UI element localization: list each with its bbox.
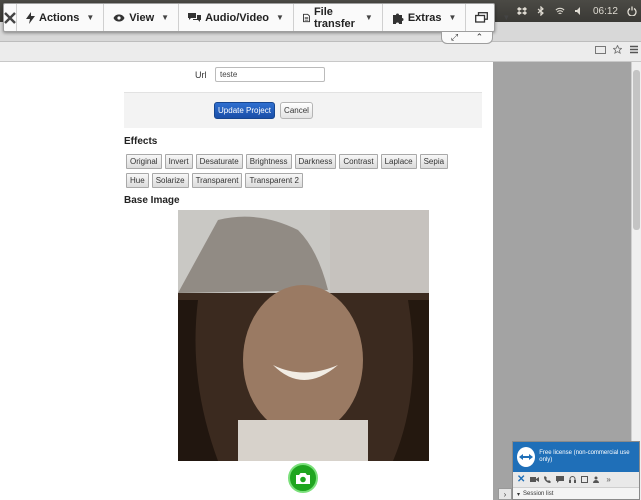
effect-invert-button[interactable]: Invert	[164, 154, 193, 169]
form-actions: Update Project Cancel	[124, 92, 482, 128]
puzzle-icon	[392, 13, 404, 24]
file-icon	[302, 13, 310, 22]
caret-down-icon: ▼	[161, 13, 170, 22]
effect-laplace-button[interactable]: Laplace	[380, 154, 417, 169]
power-icon[interactable]	[627, 6, 637, 16]
close-session-button[interactable]	[4, 4, 17, 31]
effect-sepia-button[interactable]: Sepia	[419, 154, 449, 169]
caret-down-icon: ▼	[448, 13, 457, 22]
more-icon[interactable]: »	[606, 475, 610, 484]
browser-omnibox-bar	[0, 42, 641, 62]
view-menu-button[interactable]: View ▼	[104, 4, 180, 31]
effects-button-group: Original Invert Desaturate Brightness Da…	[126, 154, 456, 188]
close-icon	[4, 11, 16, 24]
session-list-label: Session list	[523, 491, 554, 497]
webcam-photo	[178, 210, 429, 461]
teamviewer-panel-header: Free license (non-commercial use only)	[513, 442, 639, 472]
toolbar-collapse-tab[interactable]: ⤢ ⌃	[441, 32, 493, 44]
caret-down-icon: ▼	[364, 13, 373, 22]
chrome-menu-icon[interactable]	[629, 45, 639, 57]
file-box-icon[interactable]	[581, 474, 589, 486]
effect-solarize-button[interactable]: Solarize	[151, 173, 189, 188]
url-label: Url	[195, 69, 207, 80]
chat-bubbles-icon	[188, 13, 202, 22]
star-icon[interactable]	[612, 44, 623, 57]
caret-down-icon: ▾	[517, 491, 521, 498]
eye-icon	[113, 14, 125, 21]
effect-brightness-button[interactable]: Brightness	[245, 154, 292, 169]
panel-expand-arrow[interactable]: ›	[498, 488, 512, 500]
bluetooth-icon[interactable]	[536, 6, 546, 16]
url-form-row: Url	[195, 67, 325, 82]
windows-icon	[475, 12, 489, 23]
fullscreen-icon[interactable]: ⤢	[451, 32, 458, 43]
wifi-icon[interactable]	[555, 6, 565, 16]
camera-icon	[296, 472, 310, 484]
license-text: Free license (non-commercial use only)	[539, 450, 630, 463]
effect-hue-button[interactable]: Hue	[126, 173, 149, 188]
cancel-button[interactable]: Cancel	[280, 102, 313, 119]
file-transfer-menu-button[interactable]: File transfer ▼	[294, 4, 383, 31]
extras-menu-button[interactable]: Extras ▼	[383, 4, 467, 31]
effects-heading: Effects	[124, 136, 158, 147]
caret-down-icon: ▼	[276, 13, 284, 22]
base-image-heading: Base Image	[124, 195, 180, 206]
cast-icon[interactable]	[595, 45, 606, 57]
omnibox-icons	[595, 44, 639, 57]
effect-original-button[interactable]: Original	[126, 154, 162, 169]
capture-photo-button[interactable]	[288, 463, 318, 493]
teamviewer-logo-icon	[517, 447, 536, 467]
phone-icon[interactable]	[544, 474, 552, 486]
clock[interactable]: 06:12	[593, 6, 618, 17]
chevron-up-icon[interactable]: ⌃	[476, 32, 484, 43]
window-mode-button[interactable]: ▼	[466, 4, 519, 31]
users-icon[interactable]	[593, 474, 601, 486]
caret-down-icon: ▼	[502, 13, 511, 22]
teamviewer-panel: Free license (non-commercial use only) ✕…	[512, 441, 640, 500]
close-icon[interactable]: ✕	[517, 474, 525, 485]
actions-label: Actions	[39, 11, 80, 24]
effect-darkness-button[interactable]: Darkness	[294, 154, 337, 169]
teamviewer-panel-actions: ✕ »	[513, 472, 639, 488]
file-transfer-label: File transfer	[313, 5, 355, 30]
extras-label: Extras	[407, 11, 442, 24]
chat-icon[interactable]	[556, 474, 565, 486]
update-project-button[interactable]: Update Project	[214, 102, 275, 119]
audio-video-label: Audio/Video	[205, 11, 270, 24]
view-label: View	[129, 11, 155, 24]
headset-icon[interactable]	[569, 474, 577, 486]
actions-menu-button[interactable]: Actions ▼	[17, 4, 105, 31]
effect-desaturate-button[interactable]: Desaturate	[195, 154, 243, 169]
scrollbar-thumb[interactable]	[633, 70, 640, 230]
url-input[interactable]	[215, 67, 325, 82]
effect-contrast-button[interactable]: Contrast	[339, 154, 378, 169]
page-background-right	[493, 62, 631, 500]
effect-transparent-button[interactable]: Transparent	[191, 173, 243, 188]
caret-down-icon: ▼	[86, 13, 95, 22]
video-icon[interactable]	[530, 474, 540, 486]
system-tray: 06:12	[516, 0, 637, 22]
audio-video-menu-button[interactable]: Audio/Video ▼	[179, 4, 294, 31]
teamviewer-toolbar: Actions ▼ View ▼ Audio/Video ▼ File tran…	[3, 3, 510, 32]
effect-transparent-2-button[interactable]: Transparent 2	[245, 173, 303, 188]
lightning-icon	[26, 11, 35, 24]
web-page: Url Update Project Cancel Effects Origin…	[0, 62, 493, 500]
page-scrollbar[interactable]	[631, 62, 641, 500]
volume-icon[interactable]	[574, 6, 584, 16]
session-list-row[interactable]: ▾ Session list	[513, 488, 639, 500]
